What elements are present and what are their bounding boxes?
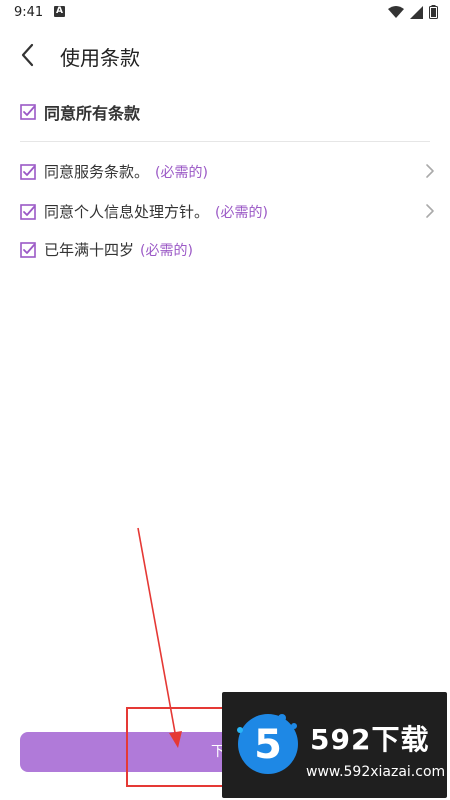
agree-all-row[interactable]: 同意所有条款 — [20, 100, 440, 124]
status-bar: 9:41 A — [0, 0, 450, 26]
watermark: 5 592下载 www.592xiazai.com — [222, 692, 447, 798]
chevron-right-icon[interactable] — [424, 162, 436, 180]
required-tag: (必需的) — [155, 164, 208, 181]
watermark-logo-digit: 5 — [254, 722, 282, 768]
term-row-age[interactable]: 已年满十四岁 (必需的) — [20, 239, 440, 260]
checkbox-checked-icon[interactable] — [20, 104, 36, 120]
watermark-brand: 592下载 — [310, 723, 430, 756]
page-title: 使用条款 — [60, 46, 140, 70]
checkbox-checked-icon[interactable] — [20, 241, 36, 258]
checkbox-checked-icon[interactable] — [20, 163, 36, 180]
back-button[interactable] — [14, 40, 44, 70]
signal-icon — [410, 5, 423, 19]
annotation-box — [126, 707, 236, 787]
checkbox-checked-icon[interactable] — [20, 203, 36, 220]
divider — [20, 141, 430, 142]
wifi-icon — [388, 5, 404, 18]
notification-icon: A — [54, 6, 65, 17]
term-label: 已年满十四岁 — [44, 241, 135, 259]
header: 使用条款 — [0, 30, 450, 78]
chevron-right-icon[interactable] — [424, 202, 436, 220]
status-time: 9:41 — [14, 5, 44, 20]
required-tag: (必需的) — [215, 204, 268, 221]
watermark-logo-icon: 5 — [237, 714, 298, 774]
status-icons — [388, 5, 438, 19]
watermark-url: www.592xiazai.com — [306, 764, 446, 780]
back-arrow-icon — [21, 43, 34, 67]
term-row-privacy[interactable]: 同意个人信息处理方针。 (必需的) — [20, 201, 440, 222]
battery-icon — [429, 5, 438, 19]
term-row-service[interactable]: 同意服务条款。 (必需的) — [20, 161, 440, 182]
agree-all-label: 同意所有条款 — [44, 104, 141, 123]
term-label: 同意服务条款。 — [44, 163, 150, 181]
required-tag: (必需的) — [140, 242, 193, 259]
term-label: 同意个人信息处理方针。 — [44, 203, 210, 221]
